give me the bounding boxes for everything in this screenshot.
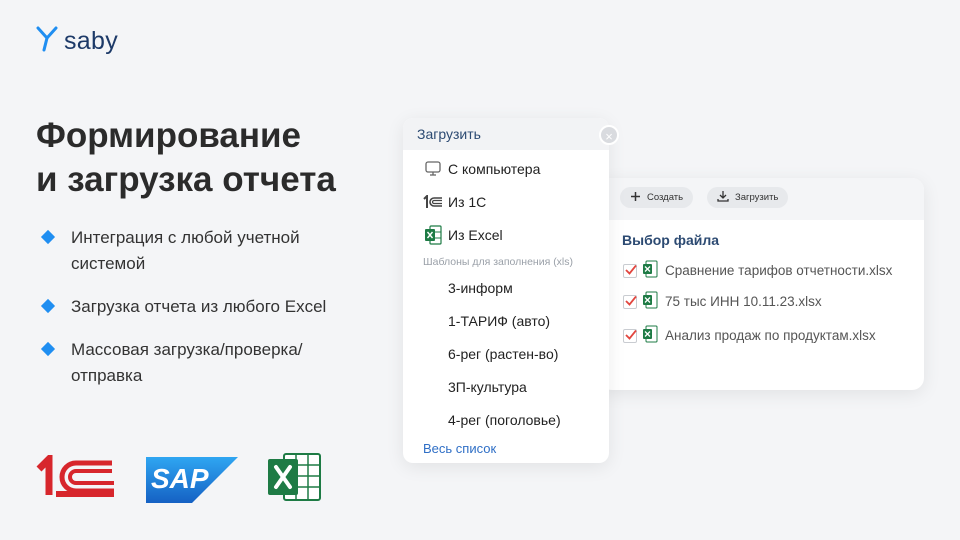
menu-item-label: Из 1С [448, 194, 487, 210]
feature-text: Массовая загрузка/проверка/ отправка [71, 340, 303, 385]
sap-logo-text: SAP [151, 462, 209, 494]
menu-item-from-1c[interactable]: Из 1С [423, 192, 486, 212]
menu-item-from-excel[interactable]: Из Excel [423, 225, 503, 245]
file-name: 75 тыс ИНН 10.11.23.xlsx [665, 294, 822, 309]
excel-icon [642, 325, 658, 346]
file-select-title: Выбор файла [622, 232, 720, 248]
templates-label: Шаблоны для заполнения (xls) [423, 256, 574, 268]
template-item[interactable]: 3П-культура [448, 379, 527, 395]
monitor-icon [423, 159, 443, 179]
create-button-label: Создать [647, 192, 684, 203]
brand-name: saby [64, 27, 119, 55]
diamond-bullet-icon [40, 229, 56, 245]
checkmark-icon [625, 329, 637, 340]
upload-menu: Загрузить × С компьютера Из 1С Из Excel … [403, 118, 619, 463]
upload-menu-title: Загрузить [417, 126, 481, 142]
feature-item: Загрузка отчета из любого Excel [38, 294, 368, 320]
create-button[interactable]: Создать [620, 187, 694, 208]
diamond-bullet-icon [40, 341, 56, 357]
title-line-2: и загрузка отчета [36, 160, 336, 199]
checkmark-icon [625, 295, 637, 306]
file-checkbox[interactable] [623, 263, 637, 278]
close-button[interactable]: × [599, 125, 619, 145]
title-line-1: Формирование [36, 116, 301, 155]
onec-icon [423, 192, 443, 212]
template-item[interactable]: 1-ТАРИФ (авто) [448, 313, 550, 329]
file-select-panel: Создать Загрузить Выбор файла Сравнение … [600, 178, 924, 390]
template-item[interactable]: 4-рег (поголовье) [448, 412, 561, 428]
onec-logo-icon [36, 450, 118, 504]
menu-item-from-computer[interactable]: С компьютера [423, 159, 540, 179]
excel-icon [642, 291, 658, 312]
excel-icon [642, 260, 658, 281]
menu-item-label: С компьютера [448, 161, 541, 177]
upload-menu-header: Загрузить [403, 118, 609, 150]
upload-button-label: Загрузить [735, 192, 779, 203]
file-checkbox[interactable] [623, 328, 637, 343]
saby-logo-icon [36, 26, 58, 57]
excel-icon [423, 225, 443, 245]
file-name: Анализ продаж по продуктам.xlsx [665, 328, 876, 343]
download-icon [717, 190, 729, 205]
file-row[interactable]: 75 тыс ИНН 10.11.23.xlsx [623, 291, 822, 312]
saby-logo: saby [36, 26, 118, 57]
integration-logos: SAP [36, 450, 322, 507]
excel-logo-icon [266, 452, 322, 507]
file-checkbox[interactable] [623, 294, 637, 309]
upload-button[interactable]: Загрузить [707, 187, 789, 208]
menu-item-label: Из Excel [448, 227, 503, 243]
feature-text: Загрузка отчета из любого Excel [71, 297, 327, 316]
checkmark-icon [625, 264, 637, 275]
feature-item: Интеграция с любой учетной системой [38, 225, 368, 277]
feature-list: Интеграция с любой учетной системой Загр… [38, 225, 368, 406]
diamond-bullet-icon [40, 298, 56, 314]
plus-icon [630, 191, 641, 205]
feature-item: Массовая загрузка/проверка/ отправка [38, 337, 368, 389]
template-item[interactable]: 6-рег (растен-во) [448, 346, 558, 362]
all-list-link[interactable]: Весь список [423, 441, 496, 456]
page-title: Формирование и загрузка отчета [36, 114, 376, 202]
file-row[interactable]: Сравнение тарифов отчетности.xlsx [623, 260, 892, 281]
feature-text: Интеграция с любой учетной системой [71, 228, 300, 273]
file-row[interactable]: Анализ продаж по продуктам.xlsx [623, 325, 876, 346]
template-item[interactable]: 3-информ [448, 280, 513, 296]
sap-logo: SAP [146, 456, 238, 503]
file-toolbar: Создать Загрузить [600, 178, 924, 220]
file-name: Сравнение тарифов отчетности.xlsx [665, 263, 893, 278]
